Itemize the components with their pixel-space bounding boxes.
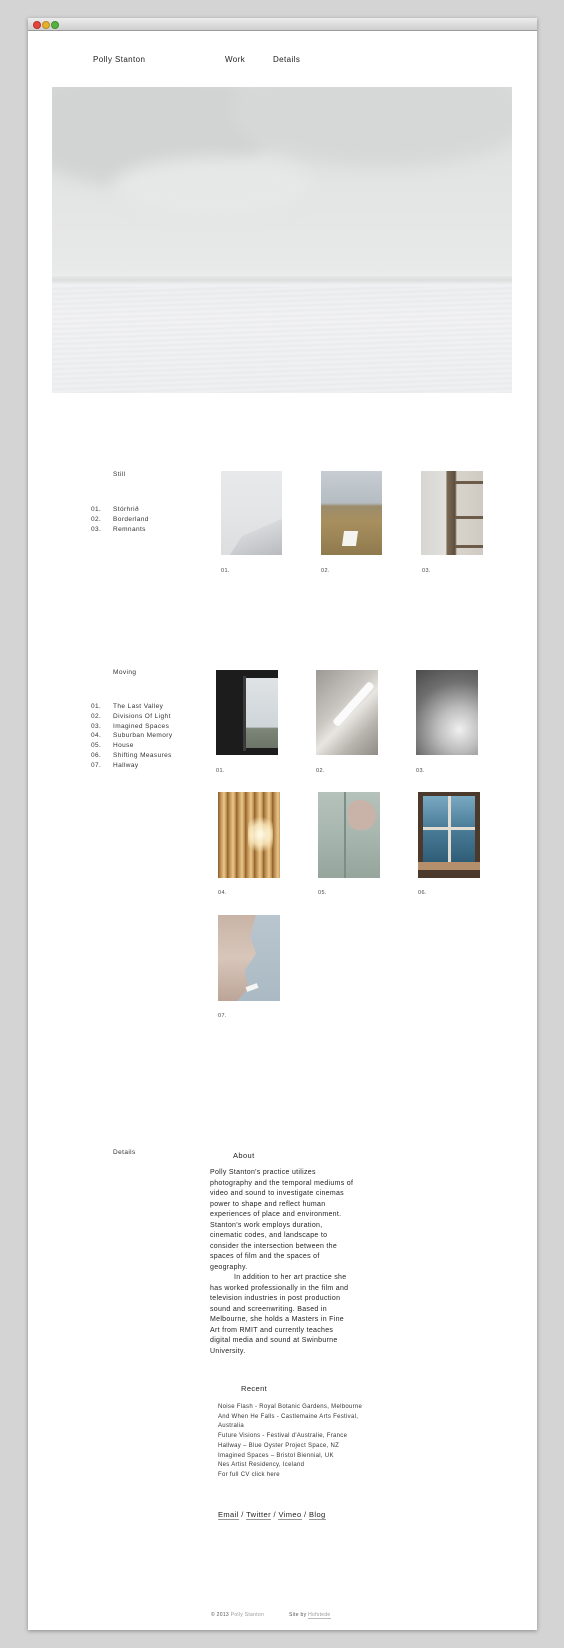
recent-item: Future Visions - Festival d'Australie, F…: [218, 1433, 348, 1440]
moving-thumb-05[interactable]: [318, 792, 380, 878]
twitter-link[interactable]: Twitter: [246, 1510, 271, 1520]
details-section-title: Details: [113, 1149, 136, 1156]
moving-thumb-02[interactable]: [316, 670, 378, 755]
contact-links: Email / Twitter / Vimeo / Blog: [218, 1510, 326, 1520]
list-item[interactable]: 06. Shifting Measures: [91, 751, 172, 761]
about-heading: About: [233, 1151, 255, 1160]
about-text: Polly Stanton's practice utilizes photog…: [210, 1168, 355, 1357]
thumb-caption: 02.: [321, 568, 330, 574]
moving-thumb-03[interactable]: [416, 670, 478, 755]
list-item[interactable]: 07. Hallway: [91, 761, 172, 771]
minimize-window-button[interactable]: [42, 21, 50, 29]
thumb-caption: 04.: [218, 890, 227, 896]
recent-item: And When He Falls - Castlemaine Arts Fes…: [218, 1413, 359, 1430]
nav-details-link[interactable]: Details: [273, 55, 300, 64]
thumb-caption: 01.: [221, 568, 230, 574]
still-thumb-03[interactable]: [421, 471, 483, 555]
footer-name-link[interactable]: Polly Stanton: [231, 1612, 264, 1618]
list-item[interactable]: 05. House: [91, 741, 172, 751]
list-item[interactable]: 04. Suburban Memory: [91, 731, 172, 741]
recent-list: Noise Flash - Royal Botanic Gardens, Mel…: [218, 1403, 368, 1481]
list-item[interactable]: 02. Divisions Of Light: [91, 712, 172, 722]
thumb-caption: 05.: [318, 890, 327, 896]
recent-item: Noise Flash - Royal Botanic Gardens, Mel…: [218, 1404, 363, 1410]
nav-work-link[interactable]: Work: [225, 55, 245, 64]
footer-studio-link[interactable]: Hofstede: [308, 1612, 331, 1619]
thumb-caption: 01.: [216, 768, 225, 774]
list-item[interactable]: 01. Stórhrið: [91, 505, 149, 515]
still-list: 01. Stórhrið 02. Borderland 03. Remnants: [91, 505, 149, 534]
link-separator: /: [241, 1510, 244, 1519]
thumb-caption: 03.: [416, 768, 425, 774]
link-separator: /: [304, 1510, 307, 1519]
email-link[interactable]: Email: [218, 1510, 239, 1520]
still-thumb-02[interactable]: [321, 471, 382, 555]
hero-image: [52, 87, 512, 393]
list-item[interactable]: 03. Imagined Spaces: [91, 722, 172, 732]
footer-credit: Site by Hofstede: [289, 1612, 331, 1619]
moving-thumb-01[interactable]: [216, 670, 278, 755]
moving-thumb-04[interactable]: [218, 792, 280, 878]
recent-item: Hallway – Blue Oyster Project Space, NZ: [218, 1442, 340, 1449]
thumb-caption: 02.: [316, 768, 325, 774]
list-item[interactable]: 02. Borderland: [91, 515, 149, 525]
list-item[interactable]: 01. The Last Valley: [91, 702, 172, 712]
vimeo-link[interactable]: Vimeo: [278, 1510, 302, 1520]
moving-list: 01. The Last Valley 02. Divisions Of Light…: [91, 702, 172, 771]
list-item[interactable]: 03. Remnants: [91, 525, 149, 535]
moving-thumb-07[interactable]: [218, 915, 280, 1001]
window-titlebar: [28, 18, 537, 31]
recent-item: Imagined Spaces – Bristol Biennial, UK: [218, 1452, 334, 1459]
about-paragraph-2: In addition to her art practice she has …: [210, 1274, 349, 1355]
thumb-caption: 06.: [418, 890, 427, 896]
recent-heading: Recent: [241, 1384, 268, 1393]
thumb-caption: 03.: [422, 568, 431, 574]
still-thumb-01[interactable]: [221, 471, 282, 555]
close-window-button[interactable]: [33, 21, 41, 29]
about-paragraph-1: Polly Stanton's practice utilizes photog…: [210, 1169, 354, 1271]
footer-copyright: © 2013 Polly Stanton: [211, 1612, 265, 1618]
moving-thumb-06[interactable]: [418, 792, 480, 878]
link-separator: /: [273, 1510, 276, 1519]
zoom-window-button[interactable]: [51, 21, 59, 29]
browser-window: Polly Stanton Work Details Still 01. Stór…: [28, 18, 537, 1630]
full-cv-link[interactable]: For full CV click here: [218, 1471, 368, 1481]
still-section-title: Still: [113, 471, 126, 478]
moving-section-title: Moving: [113, 669, 137, 676]
site-logo[interactable]: Polly Stanton: [93, 55, 145, 64]
recent-item: Nes Artist Residency, Iceland: [218, 1462, 305, 1469]
thumb-caption: 07.: [218, 1013, 227, 1019]
blog-link[interactable]: Blog: [309, 1510, 326, 1520]
